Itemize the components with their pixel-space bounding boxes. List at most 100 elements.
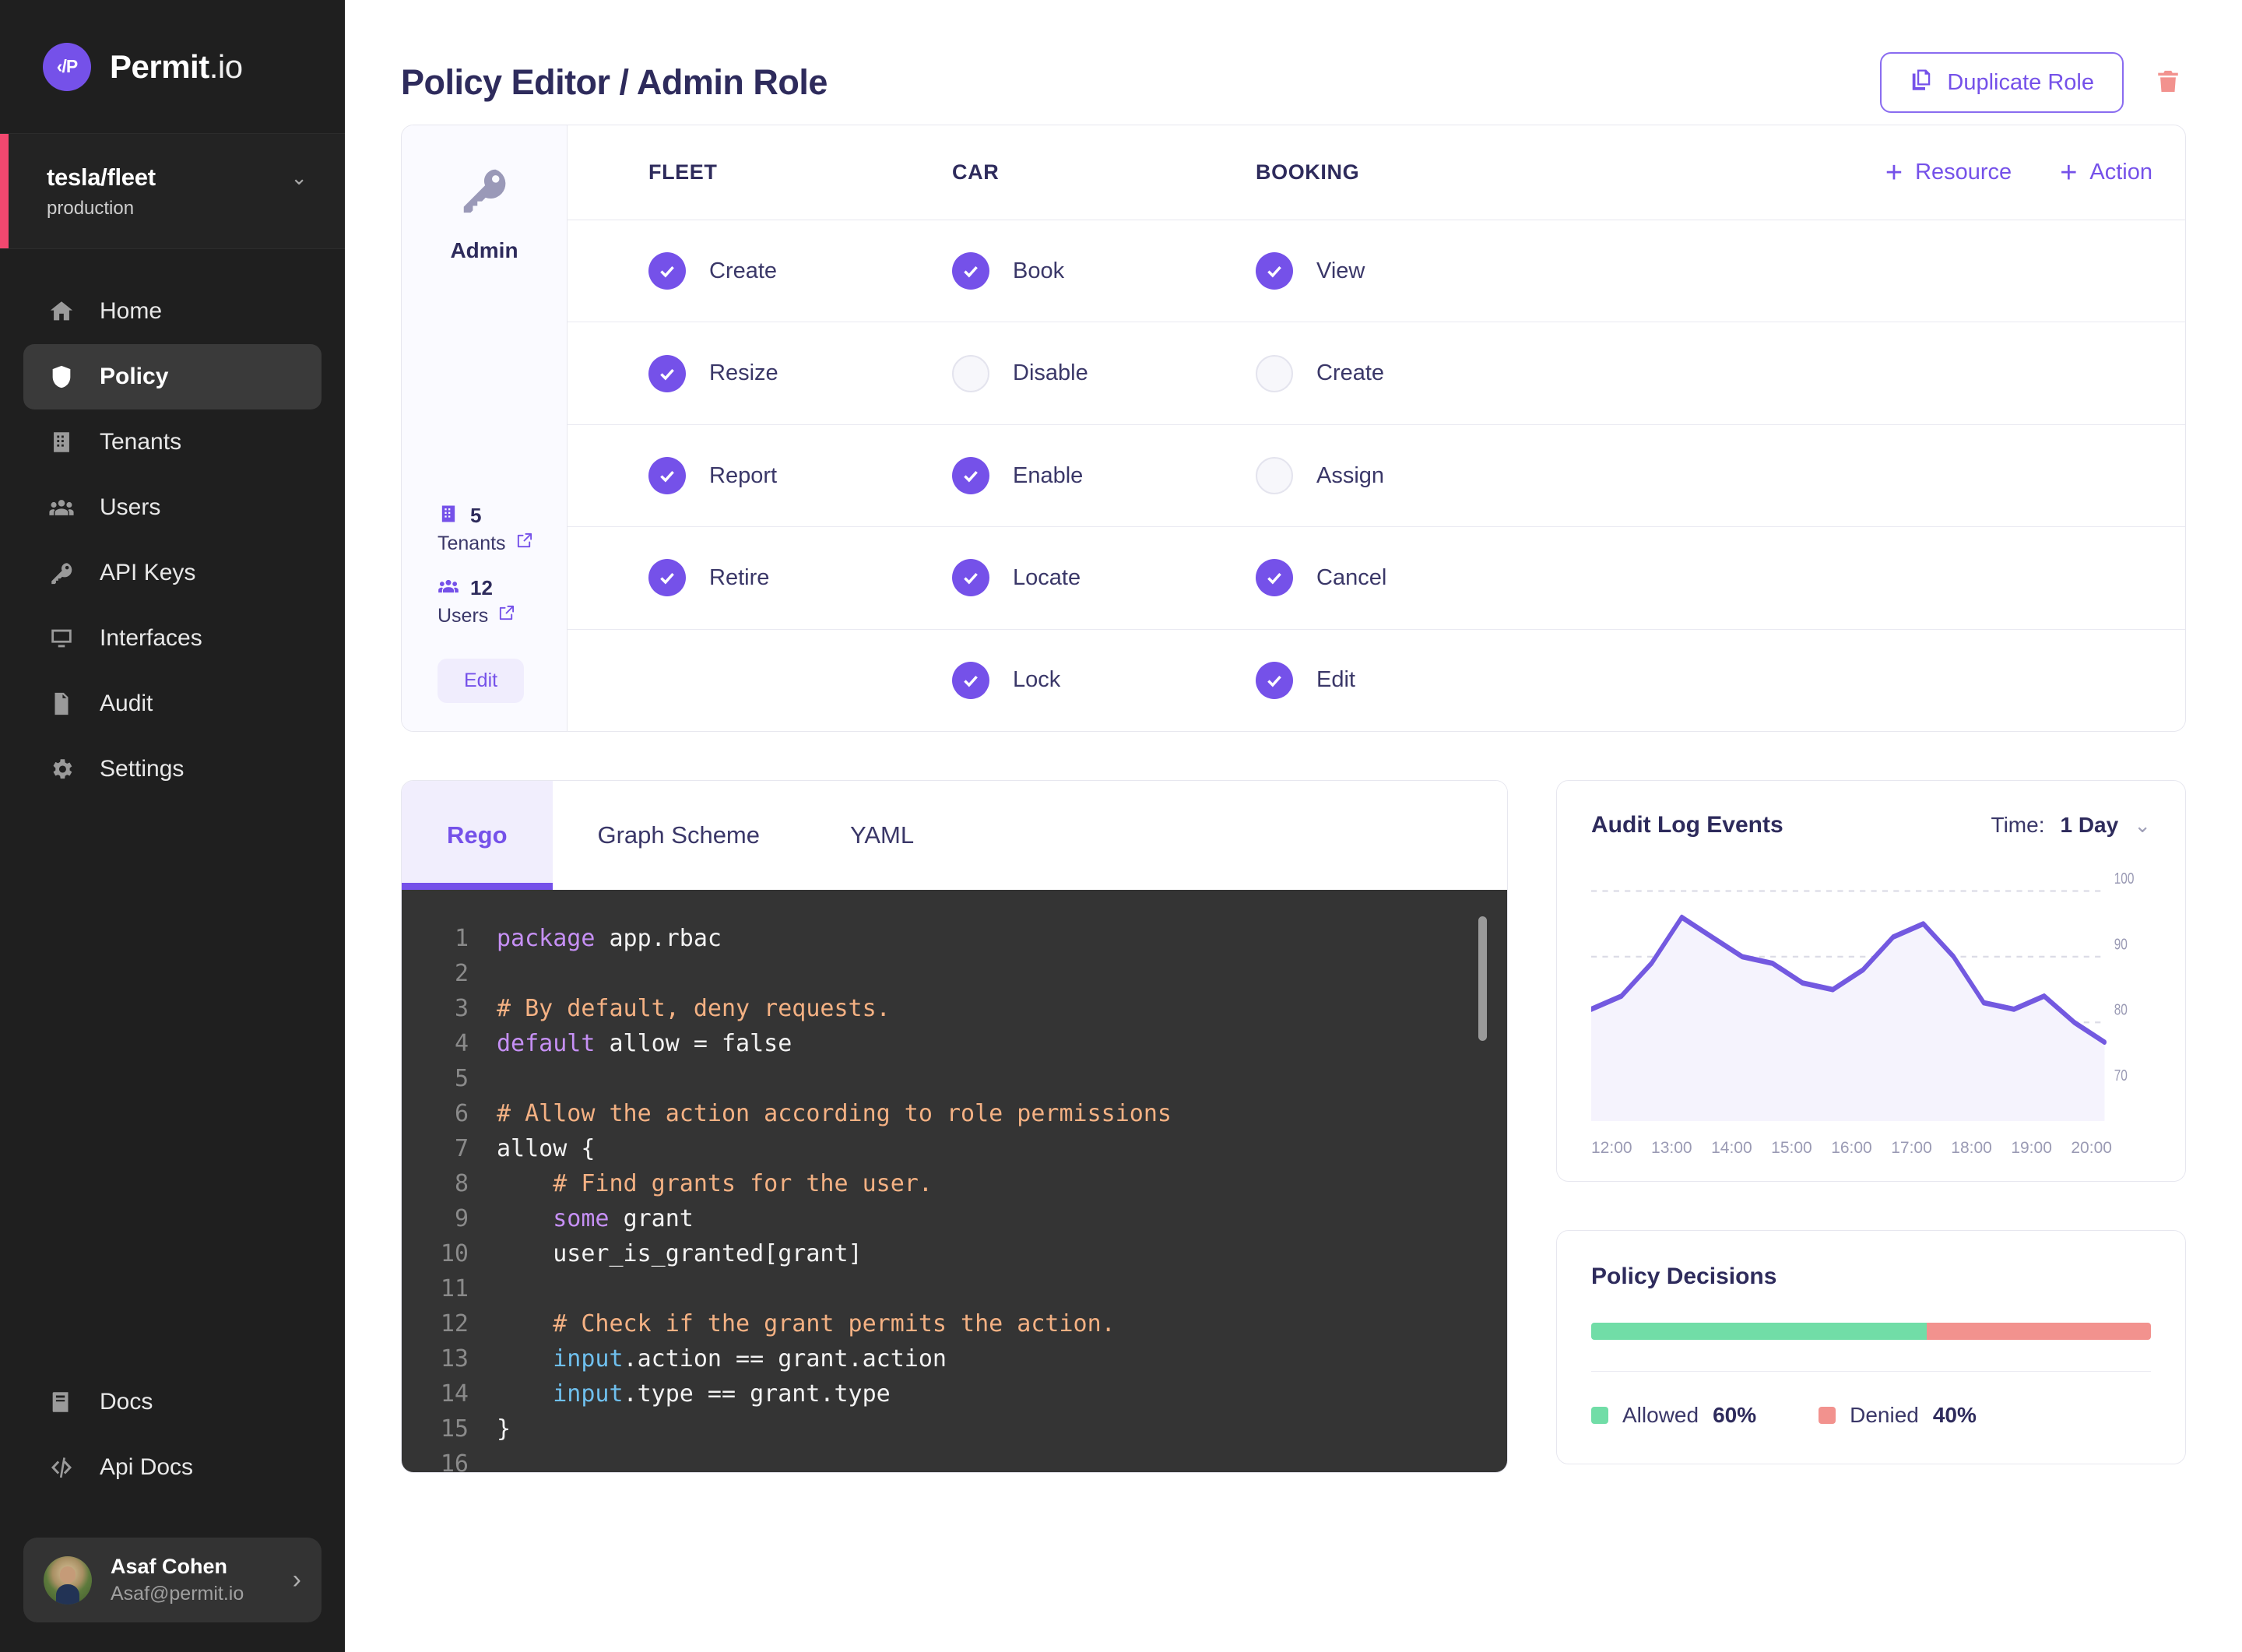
divider <box>1591 1371 2151 1372</box>
permission-cell[interactable]: Edit <box>1256 661 1559 699</box>
checkbox-checked-icon[interactable] <box>952 457 989 495</box>
external-link-icon[interactable] <box>497 604 515 627</box>
code-line: 7 allow { <box>402 1131 1507 1166</box>
sidebar-item-api-keys[interactable]: API Keys <box>23 540 322 606</box>
decisions-bar-denied <box>1927 1323 2151 1340</box>
delete-role-button[interactable] <box>2150 62 2186 104</box>
workspace-switcher[interactable]: tesla/fleet ⌄ production <box>0 134 345 249</box>
sidebar-item-policy[interactable]: Policy <box>23 344 322 409</box>
permission-cell[interactable]: Locate <box>952 559 1256 597</box>
line-number: 4 <box>454 1030 469 1057</box>
permission-cell[interactable]: Assign <box>1256 457 1559 495</box>
time-range-select[interactable]: Time: 1 Day ⌄ <box>1991 813 2151 838</box>
sidebar-item-api-docs[interactable]: Api Docs <box>23 1435 322 1500</box>
permission-cell[interactable]: View <box>1256 252 1559 290</box>
tab-yaml[interactable]: YAML <box>805 781 959 890</box>
sidebar-item-home[interactable]: Home <box>23 279 322 344</box>
decisions-legend: Allowed 60% Denied 40% <box>1591 1403 2151 1428</box>
sidebar-nav: Home Policy Tenants Users API Keys Inter… <box>0 279 345 802</box>
permission-cell[interactable]: Book <box>952 252 1256 290</box>
code-area[interactable]: 1 package app.rbac 2 3 # By default, deny re… <box>402 890 1507 1472</box>
users-label-row: Users <box>438 604 567 627</box>
chevron-down-icon[interactable]: ⌄ <box>290 167 307 188</box>
checkbox-checked-icon[interactable] <box>648 559 686 597</box>
checkbox-checked-icon[interactable] <box>952 559 989 597</box>
monitor-icon <box>47 624 76 653</box>
time-range-value: 1 Day <box>2060 813 2119 837</box>
checkbox-checked-icon[interactable] <box>648 252 686 290</box>
sidebar-bottom: Docs Api Docs Asaf Cohen Asaf@permit.io … <box>0 1369 345 1652</box>
main-content: Policy Editor / Admin Role Duplicate Rol… <box>345 0 2242 1652</box>
permission-cell[interactable]: Disable <box>952 354 1256 392</box>
code-text: input.type == grant.type <box>553 1380 891 1408</box>
tenants-stat[interactable]: 5 Tenants <box>438 503 567 555</box>
audit-chart-svg: 70 80 90 100 <box>1591 870 2134 1121</box>
sidebar-item-audit[interactable]: Audit <box>23 671 322 736</box>
header-actions: Duplicate Role <box>1880 52 2186 113</box>
checkbox-checked-icon[interactable] <box>952 252 989 290</box>
tab-graph-scheme[interactable]: Graph Scheme <box>553 781 806 890</box>
sidebar-item-label-api-docs: Api Docs <box>100 1454 194 1480</box>
checkbox-checked-icon[interactable] <box>1256 559 1293 597</box>
sidebar-item-interfaces[interactable]: Interfaces <box>23 606 322 671</box>
chevron-down-icon[interactable]: ⌄ <box>2134 814 2151 838</box>
checkbox-checked-icon[interactable] <box>648 354 686 392</box>
line-number: 15 <box>440 1415 469 1443</box>
permission-cell[interactable]: Report <box>648 457 952 495</box>
document-icon <box>47 689 76 719</box>
checkbox-unchecked-icon[interactable] <box>1256 354 1293 392</box>
permission-cell[interactable]: Retire <box>648 559 952 597</box>
checkbox-checked-icon[interactable] <box>648 457 686 495</box>
code-line: 9 some grant <box>402 1201 1507 1236</box>
x-axis-tick: 16:00 <box>1831 1139 1872 1157</box>
code-text: user_is_granted[grant] <box>497 1240 863 1267</box>
edit-role-button[interactable]: Edit <box>438 659 525 703</box>
sidebar-item-tenants[interactable]: Tenants <box>23 409 322 475</box>
brand[interactable]: ‹/P Permit.io <box>0 0 345 134</box>
permission-label: Lock <box>1013 667 1061 693</box>
building-icon <box>438 503 459 529</box>
sidebar-item-users[interactable]: Users <box>23 475 322 540</box>
page-header: Policy Editor / Admin Role Duplicate Rol… <box>401 0 2186 125</box>
permission-cell[interactable]: Resize <box>648 354 952 392</box>
tenants-count: 5 <box>470 504 482 527</box>
permission-cell[interactable]: Create <box>1256 354 1559 392</box>
tab-rego[interactable]: Rego <box>402 781 553 890</box>
checkbox-checked-icon[interactable] <box>952 661 989 699</box>
checkbox-unchecked-icon[interactable] <box>952 354 989 392</box>
role-name: Admin <box>450 238 518 262</box>
permission-cell[interactable]: Create <box>648 252 952 290</box>
table-row: Resize Disable Create <box>568 322 2185 425</box>
duplicate-role-button[interactable]: Duplicate Role <box>1880 52 2124 113</box>
line-number: 5 <box>454 1065 469 1092</box>
checkbox-unchecked-icon[interactable] <box>1256 457 1293 495</box>
sidebar-item-settings[interactable]: Settings <box>23 736 322 802</box>
add-action-button[interactable]: + Action <box>2060 158 2152 188</box>
external-link-icon[interactable] <box>515 532 533 555</box>
chevron-right-icon[interactable]: › <box>293 1565 301 1595</box>
checkbox-checked-icon[interactable] <box>1256 661 1293 699</box>
building-icon <box>47 427 76 457</box>
trash-icon <box>2155 66 2181 100</box>
users-count: 12 <box>470 576 493 599</box>
permissions-header: FLEET CAR BOOKING + Resource + Action <box>568 125 2185 220</box>
user-profile-card[interactable]: Asaf Cohen Asaf@permit.io › <box>23 1538 322 1622</box>
code-editor-card: Rego Graph Scheme YAML 1 package app.rbac… <box>401 780 1508 1473</box>
code-line: 1 package app.rbac <box>402 921 1507 956</box>
audit-panel-header: Audit Log Events Time: 1 Day ⌄ <box>1591 812 2151 838</box>
checkbox-checked-icon[interactable] <box>1256 252 1293 290</box>
code-scrollbar[interactable] <box>1478 916 1487 1041</box>
decisions-bar-allowed <box>1591 1323 1927 1340</box>
code-line: 5 <box>402 1061 1507 1096</box>
permission-cell[interactable]: Lock <box>952 661 1256 699</box>
x-axis-tick: 13:00 <box>1651 1139 1692 1157</box>
add-resource-button[interactable]: + Resource <box>1885 158 2012 188</box>
permission-cell[interactable]: Cancel <box>1256 559 1559 597</box>
workspace-environment: production <box>47 197 135 219</box>
permission-cell[interactable]: Enable <box>952 457 1256 495</box>
code-text: } <box>497 1415 511 1443</box>
users-stat[interactable]: 12 Users <box>438 575 567 627</box>
key-icon <box>457 163 511 221</box>
permission-label: Assign <box>1316 462 1385 488</box>
sidebar-item-docs[interactable]: Docs <box>23 1369 322 1435</box>
